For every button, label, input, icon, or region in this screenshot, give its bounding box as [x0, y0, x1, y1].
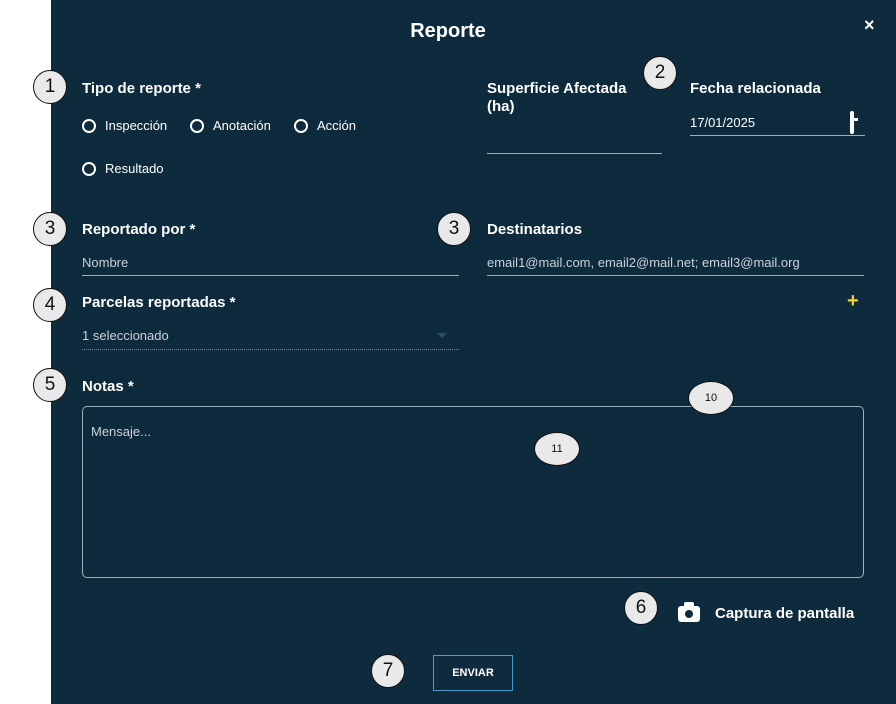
close-icon[interactable]: × [864, 15, 875, 36]
dialog-title: Reporte [410, 20, 486, 42]
camera-icon [678, 601, 700, 622]
date-input[interactable]: 17/01/2025 [690, 111, 865, 136]
reported-by-input[interactable]: Nombre [82, 254, 459, 276]
radio-label: Acción [317, 118, 357, 133]
annotation-badge: 4 [33, 288, 67, 322]
date-label: Fecha relacionada [690, 80, 821, 97]
radio-label: Anotación [213, 118, 271, 133]
radio-accion[interactable]: Acción [294, 118, 356, 133]
annotation-badge: 7 [371, 654, 405, 688]
annotation-badge: 6 [624, 591, 658, 625]
annotation-badge: 11 [534, 432, 580, 466]
recipients-label: Destinatarios [487, 221, 583, 238]
radio-circle-icon [294, 118, 308, 133]
screenshot-label: Captura de pantalla [715, 605, 855, 622]
annotation-badge: 5 [33, 368, 67, 402]
calendar-icon[interactable] [850, 111, 854, 134]
radio-resultado[interactable]: Resultado [82, 161, 164, 176]
chevron-down-icon [437, 333, 447, 338]
add-parcel-button[interactable]: + [847, 290, 859, 313]
annotation-badge: 10 [688, 381, 734, 415]
radio-anotacion[interactable]: Anotación [190, 118, 271, 133]
report-dialog [51, 0, 896, 704]
recipients-input[interactable]: email1@mail.com, email2@mail.net; email3… [487, 254, 864, 276]
screenshot-button[interactable]: Captura de pantalla [678, 601, 855, 622]
recipients-placeholder: email1@mail.com, email2@mail.net; email3… [487, 255, 800, 270]
report-type-label: Tipo de reporte * [82, 80, 201, 97]
annotation-badge: 2 [643, 56, 677, 90]
parcels-selected-value: 1 seleccionado [82, 328, 169, 343]
area-label-line2: (ha) [487, 98, 515, 115]
annotation-badge: 1 [33, 70, 67, 104]
area-label-line1: Superficie Afectada [487, 80, 627, 97]
send-button[interactable]: ENVIAR [433, 655, 513, 691]
parcels-select[interactable]: 1 seleccionado [82, 327, 459, 350]
radio-circle-icon [82, 118, 96, 133]
annotation-badge: 3 [33, 212, 67, 246]
date-value: 17/01/2025 [690, 115, 756, 130]
radio-circle-icon [190, 118, 204, 133]
reported-by-placeholder: Nombre [82, 255, 129, 270]
area-label: Superficie Afectada (ha) [487, 80, 627, 116]
annotation-badge: 3 [437, 212, 471, 246]
notes-textarea[interactable]: Mensaje... [82, 406, 864, 578]
radio-inspeccion[interactable]: Inspección [82, 118, 167, 133]
radio-label: Resultado [105, 161, 164, 176]
reported-by-label: Reportado por * [82, 221, 196, 238]
radio-circle-icon [82, 161, 96, 176]
notes-label: Notas * [82, 378, 134, 395]
notes-placeholder: Mensaje... [91, 424, 151, 439]
area-input[interactable] [487, 130, 662, 154]
parcels-label: Parcelas reportadas * [82, 294, 236, 311]
radio-label: Inspección [105, 118, 168, 133]
